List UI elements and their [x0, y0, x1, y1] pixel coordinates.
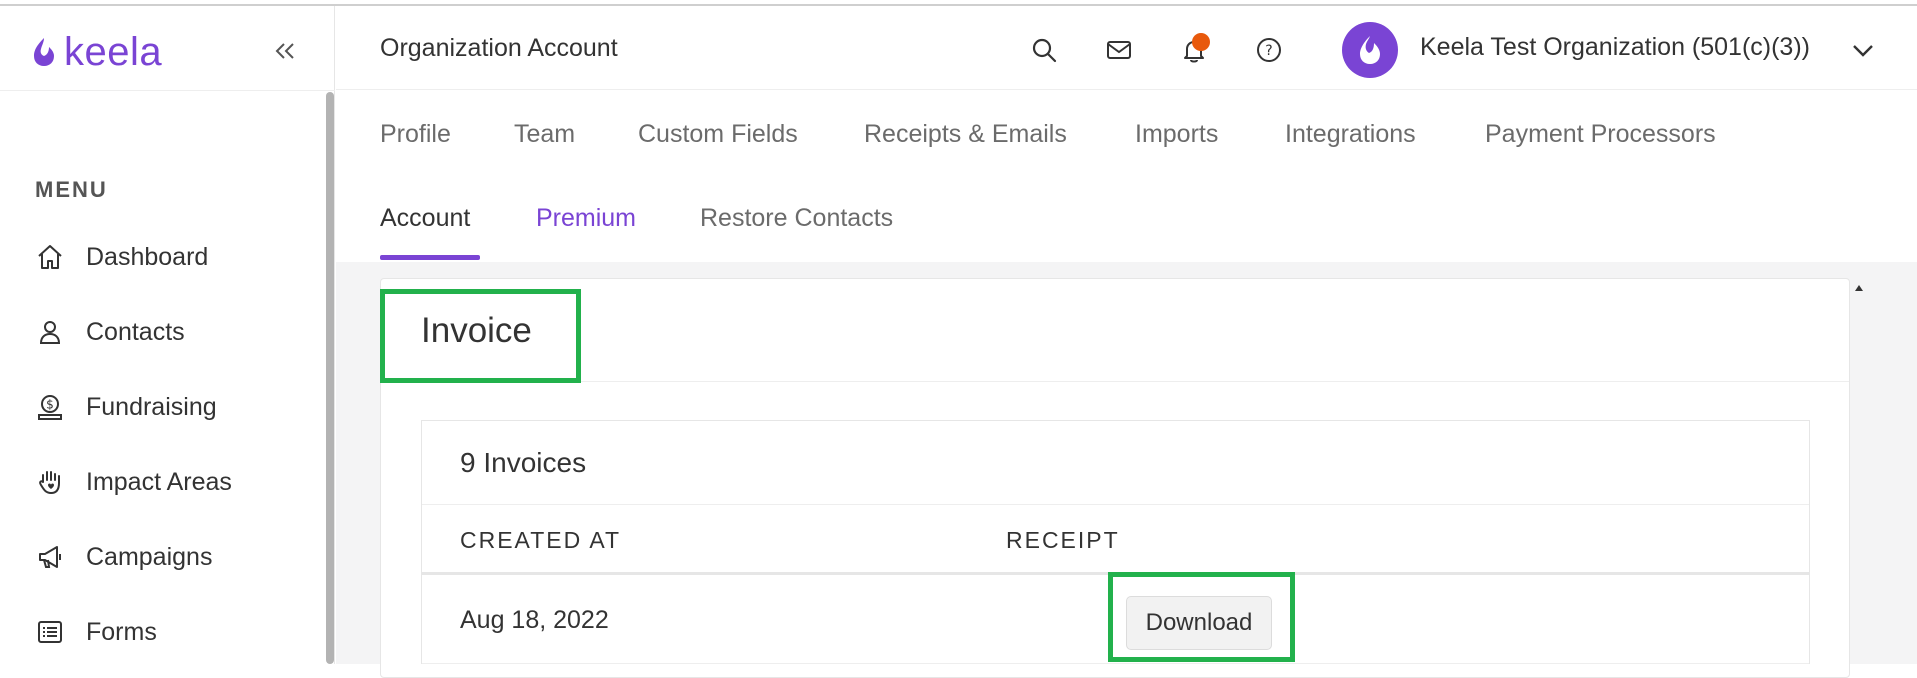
column-header-created-at: CREATED AT — [460, 527, 621, 553]
sidebar-item-label: Contacts — [86, 317, 185, 346]
tab-restore-contacts[interactable]: Restore Contacts — [700, 204, 893, 233]
main-scrollbar[interactable] — [1852, 296, 1866, 664]
org-name[interactable]: Keela Test Organization (501(c)(3)) — [1420, 33, 1810, 62]
svg-text:?: ? — [1265, 43, 1272, 59]
tab-team[interactable]: Team — [514, 120, 575, 149]
sidebar-item-contacts[interactable]: Contacts — [34, 310, 314, 354]
org-avatar[interactable] — [1342, 22, 1398, 78]
sidebar-divider — [0, 90, 335, 91]
mail-icon — [1107, 41, 1131, 59]
sidebar-scrollbar[interactable] — [326, 92, 334, 664]
sidebar: keela MENU Dashboard Contacts $ Fundrais… — [0, 6, 335, 664]
page-title: Organization Account — [380, 34, 618, 62]
sidebar-item-fundraising[interactable]: $ Fundraising — [34, 385, 314, 429]
double-chevron-left-icon — [275, 43, 294, 59]
tab-premium[interactable]: Premium — [536, 204, 636, 233]
messages-button[interactable] — [1101, 32, 1137, 68]
tab-imports[interactable]: Imports — [1135, 120, 1218, 149]
tab-receipts-emails[interactable]: Receipts & Emails — [864, 120, 1067, 149]
hand-heart-icon — [34, 466, 66, 498]
org-menu-toggle[interactable] — [1846, 34, 1880, 68]
invoices-count: 9 Invoices — [460, 447, 587, 478]
invoice-card-header: Invoice — [381, 279, 1849, 382]
tab-profile[interactable]: Profile — [380, 120, 451, 149]
home-icon — [34, 241, 66, 273]
sidebar-item-dashboard[interactable]: Dashboard — [34, 235, 314, 279]
search-button[interactable] — [1026, 32, 1062, 68]
download-button-highlight — [1108, 572, 1295, 662]
top-header: Organization Account ? Keela Test Organi… — [336, 6, 1917, 90]
sidebar-item-label: Campaigns — [86, 542, 213, 571]
table-header-row: CREATED AT RECEIPT — [422, 505, 1809, 575]
sidebar-item-impact-areas[interactable]: Impact Areas — [34, 460, 314, 504]
megaphone-icon — [34, 541, 66, 573]
active-tab-indicator — [380, 255, 480, 260]
sidebar-item-label: Dashboard — [86, 242, 209, 271]
help-button[interactable]: ? — [1251, 32, 1287, 68]
notification-badge — [1192, 33, 1210, 51]
logo-text: keela — [64, 30, 163, 74]
svg-text:$: $ — [46, 398, 54, 412]
collapse-sidebar-button[interactable] — [268, 34, 302, 68]
menu-heading: MENU — [35, 177, 108, 202]
keela-flame-icon — [34, 38, 54, 66]
sidebar-item-campaigns[interactable]: Campaigns — [34, 535, 314, 579]
keela-avatar-icon — [1360, 36, 1380, 64]
column-header-receipt: RECEIPT — [1006, 527, 1120, 553]
donation-icon: $ — [34, 391, 66, 423]
search-icon — [1032, 38, 1057, 63]
person-icon — [34, 316, 66, 348]
chevron-down-icon — [1853, 45, 1873, 57]
help-icon: ? — [1257, 38, 1281, 62]
notifications-button[interactable] — [1176, 32, 1212, 68]
tab-payment-processors[interactable]: Payment Processors — [1485, 120, 1716, 149]
sidebar-item-label: Impact Areas — [86, 467, 232, 496]
scroll-up-arrow-icon[interactable] — [1854, 283, 1864, 293]
list-form-icon — [34, 616, 66, 648]
invoice-created-at: Aug 18, 2022 — [460, 606, 609, 634]
sidebar-item-label: Forms — [86, 617, 157, 646]
tab-integrations[interactable]: Integrations — [1285, 120, 1416, 149]
keela-logo[interactable]: keela — [32, 32, 162, 72]
invoice-title-highlight — [380, 289, 581, 383]
tab-account[interactable]: Account — [380, 204, 470, 233]
invoices-count-row: 9 Invoices — [422, 421, 1809, 505]
sidebar-item-label: Fundraising — [86, 392, 217, 421]
account-tabs: Profile Team Custom Fields Receipts & Em… — [336, 90, 1917, 262]
sidebar-item-forms[interactable]: Forms — [34, 610, 314, 654]
tab-custom-fields[interactable]: Custom Fields — [638, 120, 798, 149]
